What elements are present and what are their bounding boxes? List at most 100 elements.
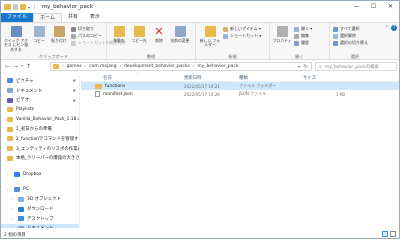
up-icon[interactable]: ↑ bbox=[26, 63, 31, 70]
breadcrumb-development-behavior-packs[interactable]: development_behavior_packs bbox=[124, 64, 189, 69]
invert-selection-label: 選択の切り替え bbox=[340, 40, 368, 45]
expand-chevron-icon[interactable]: › bbox=[7, 172, 11, 176]
expand-chevron-icon[interactable]: › bbox=[11, 226, 15, 228]
folder-icon bbox=[7, 136, 13, 142]
recent-locations-icon[interactable]: ▾ bbox=[21, 63, 23, 70]
details-view-icon[interactable] bbox=[382, 231, 388, 237]
select-all-icon bbox=[333, 26, 338, 32]
tab-view[interactable]: 表示 bbox=[84, 13, 106, 22]
address-bar[interactable]: › games › com.mojang › development_behav… bbox=[50, 62, 312, 71]
new-folder-button[interactable]: 新しい フォルダー bbox=[199, 26, 221, 48]
nav-item[interactable]: › ダウンロード bbox=[1, 204, 79, 214]
column-name[interactable]: ⌃ 名前 bbox=[81, 72, 184, 81]
folder-icon bbox=[95, 83, 102, 89]
paste-button[interactable]: 貼り付け bbox=[50, 26, 68, 43]
tab-share[interactable]: 共有 bbox=[62, 13, 84, 22]
column-date[interactable]: 更新日時 bbox=[184, 75, 239, 81]
downloads-icon bbox=[18, 206, 24, 212]
easy-access-icon bbox=[223, 33, 228, 39]
nav-item[interactable]: › PC bbox=[1, 185, 79, 195]
tab-file[interactable]: ファイル bbox=[1, 13, 34, 22]
nav-item[interactable]: › 3D オブジェクト bbox=[1, 195, 79, 205]
search-box[interactable]: ⌕ my_behavior_packの検索 bbox=[315, 62, 397, 71]
nav-item-label: Dropbox bbox=[23, 171, 42, 177]
new-folder-icon[interactable] bbox=[20, 4, 26, 10]
properties-icon[interactable] bbox=[13, 4, 18, 10]
expand-chevron-icon[interactable]: › bbox=[11, 197, 15, 201]
scissors-icon bbox=[71, 26, 76, 32]
nav-item[interactable]: Playlists bbox=[1, 105, 79, 115]
folder-icon bbox=[7, 126, 13, 132]
nav-item[interactable]: Vanilla_Behavior_Pack_1.18.x bbox=[1, 115, 79, 125]
nav-item-label: ドキュメント bbox=[16, 88, 43, 94]
nav-item[interactable]: 本格_クリーパーの爆発の大きさを変 bbox=[1, 154, 79, 164]
file-row[interactable]: functions 2022/05/17 14:21 ファイル フォルダー bbox=[81, 82, 399, 90]
history-button[interactable]: 履歴 bbox=[294, 40, 309, 46]
search-icon: ⌕ bbox=[319, 63, 322, 70]
column-size[interactable]: サイズ bbox=[303, 75, 353, 81]
new-group-label: 新規 bbox=[228, 54, 237, 59]
select-all-button[interactable]: すべて選択 bbox=[333, 26, 360, 32]
cut-button[interactable]: 切り取り bbox=[71, 26, 94, 32]
copy-to-button[interactable]: コピー先 bbox=[130, 26, 148, 43]
tab-home[interactable]: ホーム bbox=[33, 13, 62, 22]
column-type[interactable]: 種類 bbox=[239, 75, 303, 81]
rename-button[interactable]: 名前の変更 bbox=[169, 26, 191, 43]
organize-group-label: 整理 bbox=[146, 54, 156, 59]
back-icon[interactable]: ← bbox=[5, 63, 10, 70]
new-item-button[interactable]: 新しいアイテム ▾ bbox=[223, 26, 261, 32]
edit-button[interactable]: 編集 bbox=[294, 33, 309, 39]
move-to-button[interactable]: 移動先 bbox=[110, 26, 128, 43]
open-button[interactable]: 開く ▾ bbox=[294, 26, 312, 32]
nav-item[interactable]: › ドキュメント bbox=[1, 223, 79, 228]
nav-item-label: ビデオ bbox=[16, 98, 30, 104]
select-none-button[interactable]: 選択解除 bbox=[333, 33, 356, 39]
invert-selection-button[interactable]: 選択の切り替え bbox=[333, 40, 368, 46]
pin-to-quick-access-button[interactable]: クイック アクセス にピン留めする bbox=[4, 26, 28, 52]
easy-access-button[interactable]: ショートカット ▾ bbox=[223, 33, 261, 39]
nav-item-label: PC bbox=[23, 187, 29, 193]
address-dropdown-icon[interactable]: ▾ bbox=[298, 64, 300, 69]
nav-item-label: ピクチャ bbox=[16, 78, 34, 84]
nav-item[interactable]: ドキュメント ✱ bbox=[1, 86, 79, 96]
delete-button[interactable]: ✕ 削除 bbox=[151, 26, 167, 43]
documents-icon bbox=[7, 88, 13, 94]
nav-item[interactable]: ピクチャ ✱ bbox=[1, 76, 79, 86]
large-icons-view-icon[interactable] bbox=[390, 231, 396, 237]
expand-chevron-icon[interactable]: › bbox=[7, 188, 11, 192]
nav-item[interactable]: ビデオ ✱ bbox=[1, 95, 79, 105]
copy-button[interactable]: コピー bbox=[31, 26, 47, 43]
nav-item[interactable]: 1_初日からの準備 bbox=[1, 124, 79, 134]
maximize-button[interactable]: ☐ bbox=[365, 1, 382, 13]
breadcrumb-games[interactable]: games bbox=[67, 64, 82, 69]
expand-chevron-icon[interactable]: › bbox=[11, 217, 15, 221]
new-folder-icon bbox=[204, 26, 216, 37]
copy-path-button[interactable]: パスのコピー bbox=[71, 33, 102, 39]
file-name-cell: manifest.json bbox=[81, 91, 184, 97]
nav-item[interactable]: 2_functionでコマンドを管理する方 bbox=[1, 134, 79, 144]
breadcrumb-separator: › bbox=[84, 64, 87, 69]
customize-qat-icon[interactable]: ▾ bbox=[28, 5, 30, 10]
cut-label: 切り取り bbox=[78, 26, 94, 31]
nav-item[interactable]: › Dropbox bbox=[1, 169, 79, 179]
forward-icon[interactable]: → bbox=[13, 63, 18, 70]
view-buttons bbox=[382, 231, 396, 237]
rename-icon bbox=[174, 26, 186, 37]
select-none-icon bbox=[333, 33, 338, 39]
file-row[interactable]: manifest.json 2022/05/17 14:26 JSON ファイル 1 … bbox=[81, 90, 399, 98]
properties-button[interactable]: プロパティ bbox=[272, 26, 292, 43]
file-date: 2022/05/17 14:26 bbox=[184, 91, 220, 97]
close-button[interactable]: ✕ bbox=[382, 1, 399, 13]
breadcrumb-my-behavior-pack[interactable]: my_behavior_pack bbox=[197, 64, 238, 69]
expand-chevron-icon[interactable]: › bbox=[11, 207, 15, 211]
properties-label: プロパティ bbox=[272, 38, 292, 43]
file-name-cell: functions bbox=[81, 83, 184, 89]
nav-item[interactable]: › デスクトップ bbox=[1, 214, 79, 224]
collapse-ribbon-icon[interactable]: ⌃ bbox=[385, 25, 389, 31]
minimize-button[interactable]: — bbox=[348, 1, 365, 13]
nav-item-label: 3D オブジェクト bbox=[27, 197, 61, 203]
refresh-icon[interactable]: ↻ bbox=[304, 64, 308, 70]
help-icon[interactable]: ? bbox=[391, 25, 397, 31]
breadcrumb-com-mojang[interactable]: com.mojang bbox=[89, 64, 116, 69]
nav-item[interactable]: 3_エンティティのリスポの作業者 bbox=[1, 144, 79, 154]
